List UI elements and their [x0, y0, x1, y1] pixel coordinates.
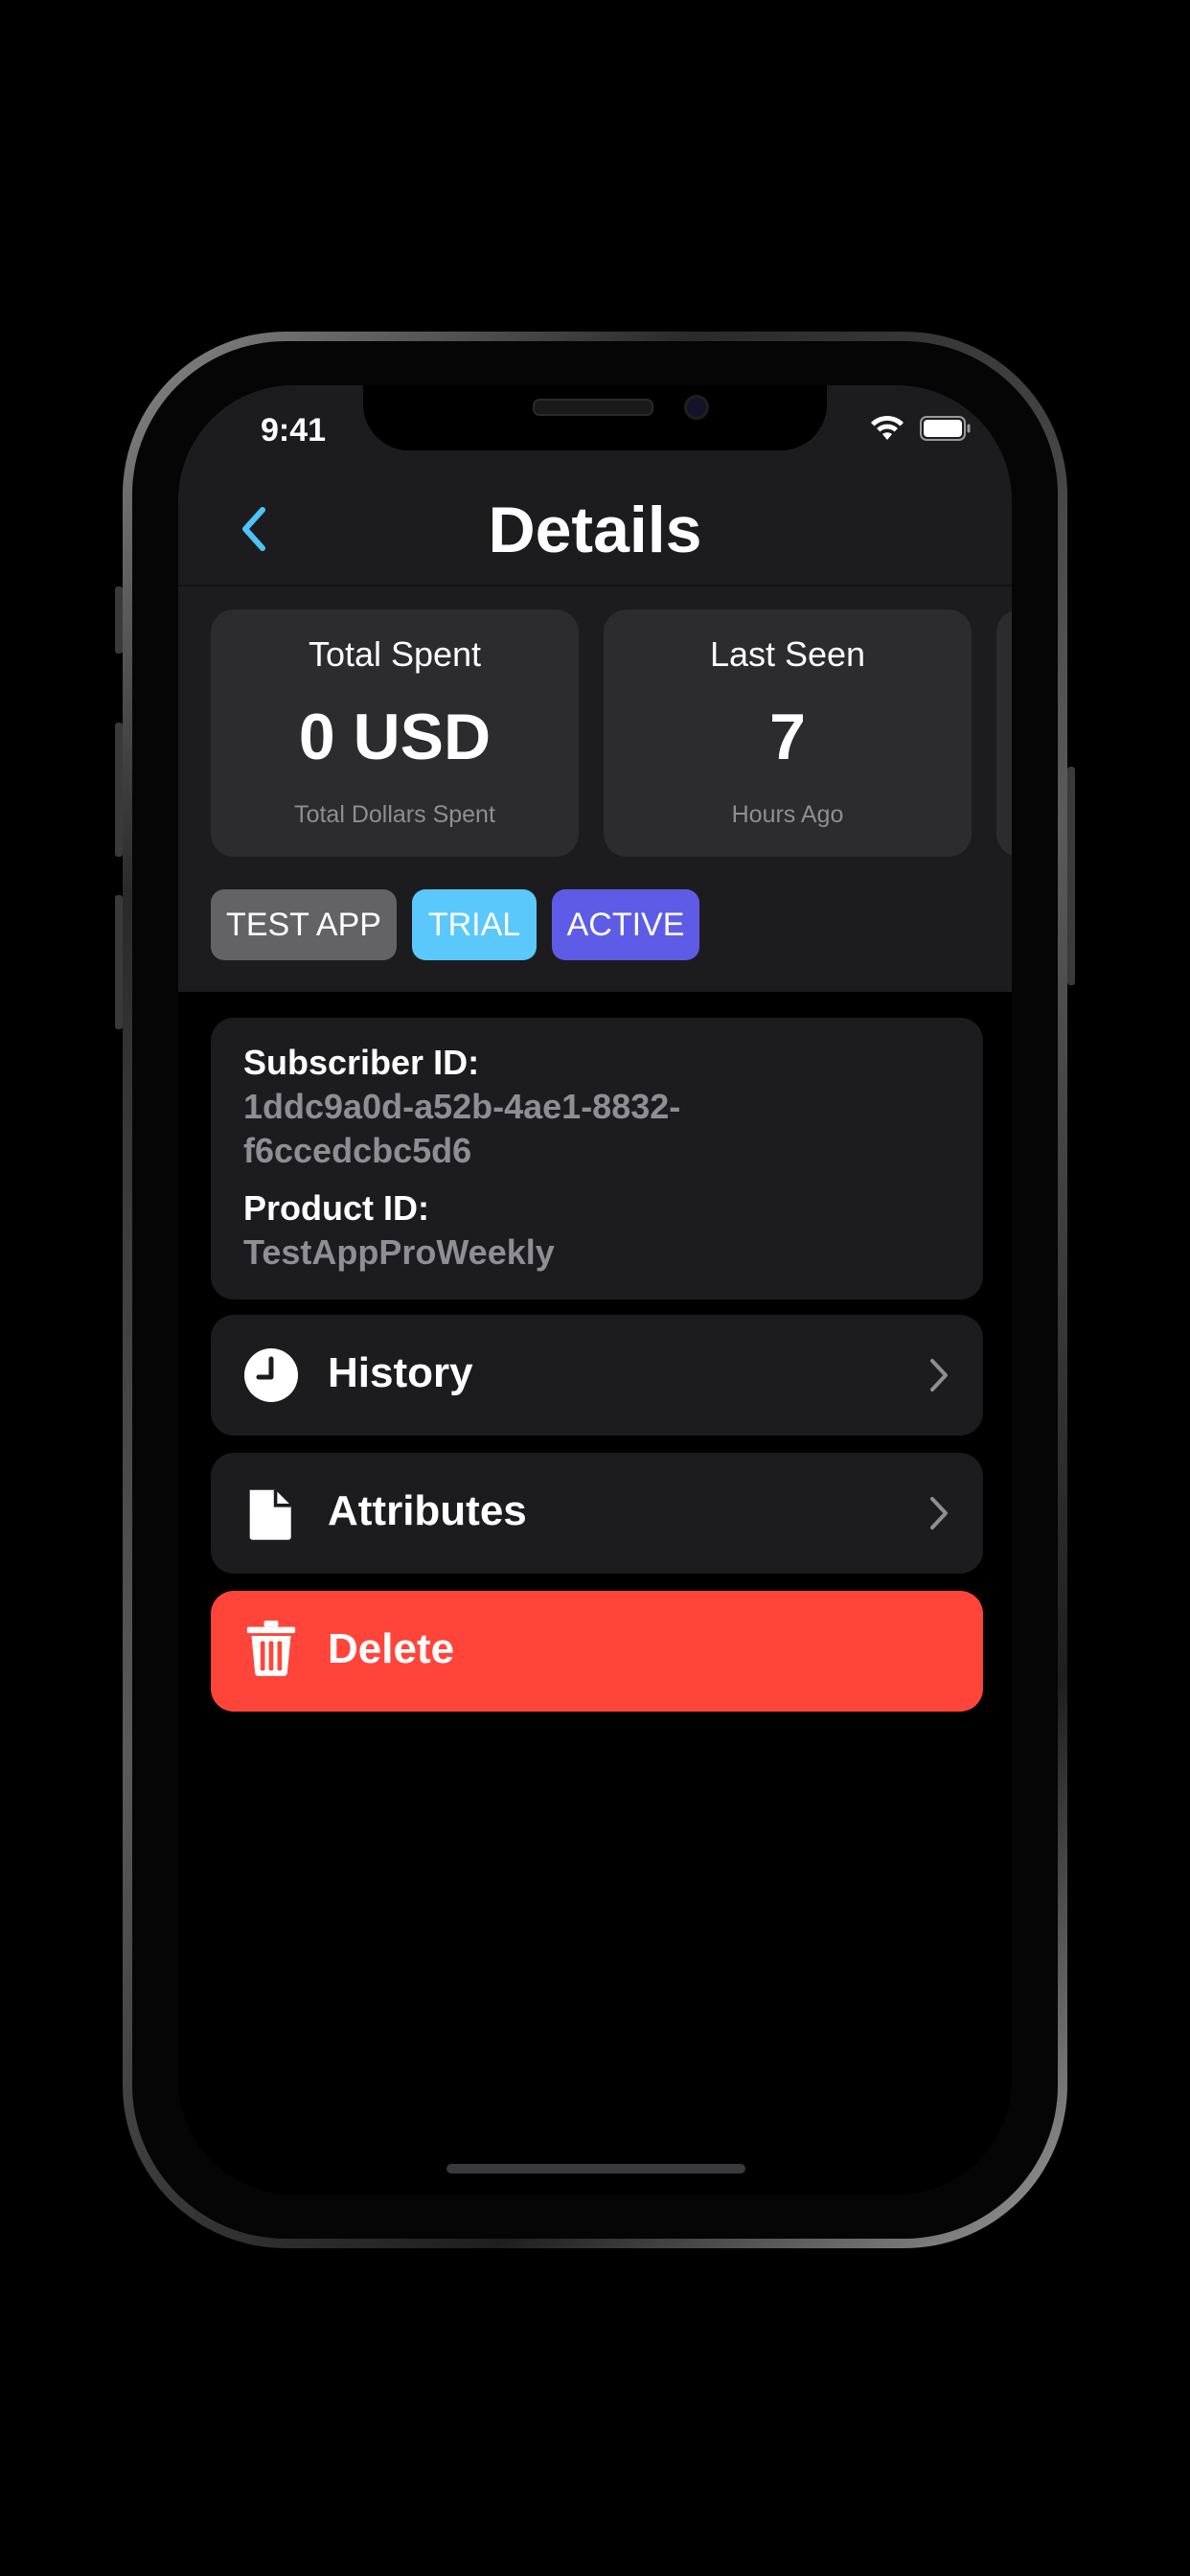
- subscriber-id-value-line2: f6ccedcbc5d6: [243, 1131, 472, 1170]
- badge-active: ACTIVE: [552, 889, 699, 960]
- power-button: [1067, 767, 1075, 985]
- nav-divider: [178, 585, 1012, 586]
- badge-test-app: TEST APP: [211, 889, 397, 960]
- battery-icon: [920, 416, 971, 441]
- badge-trial: TRIAL: [412, 889, 537, 960]
- stat-value: 0 USD: [298, 701, 492, 773]
- volume-down-button: [115, 895, 123, 1029]
- wifi-icon: [871, 415, 904, 440]
- subscriber-id-label: Subscriber ID:: [243, 1043, 480, 1082]
- history-label: History: [328, 1349, 473, 1396]
- stat-card-next-partial: [996, 610, 1012, 857]
- chevron-right-icon: [930, 1359, 948, 1392]
- history-row[interactable]: History: [211, 1315, 983, 1436]
- stat-label: Total Spent: [308, 634, 482, 674]
- delete-label: Delete: [328, 1625, 455, 1672]
- subscriber-info-card: Subscriber ID: 1ddc9a0d-a52b-4ae1-8832- …: [211, 1018, 983, 1300]
- product-id-label: Product ID:: [243, 1188, 429, 1228]
- trash-icon: [246, 1621, 296, 1676]
- stat-caption: Total Dollars Spent: [294, 801, 495, 828]
- status-time: 9:41: [261, 412, 327, 448]
- home-indicator: [446, 2164, 745, 2174]
- device-mockup: 9:41 Details Total Spent 0 USD Total Dol…: [0, 0, 1190, 2576]
- app-screen: 9:41 Details Total Spent 0 USD Total Dol…: [178, 385, 1012, 2195]
- stat-caption: Hours Ago: [731, 801, 844, 828]
- stats-row[interactable]: Total Spent 0 USD Total Dollars Spent La…: [211, 610, 1012, 857]
- navigation-bar: Details: [178, 468, 1012, 586]
- product-id-value: TestAppProWeekly: [243, 1232, 555, 1272]
- delete-button[interactable]: Delete: [211, 1591, 983, 1712]
- stat-card-total-spent: Total Spent 0 USD Total Dollars Spent: [211, 610, 579, 857]
- chevron-right-icon: [930, 1497, 948, 1530]
- attributes-row[interactable]: Attributes: [211, 1453, 983, 1574]
- document-icon: [249, 1489, 291, 1540]
- front-camera: [684, 395, 709, 420]
- stat-label: Last Seen: [709, 634, 866, 674]
- speaker-grille: [533, 399, 653, 416]
- stat-card-last-seen: Last Seen 7 Hours Ago: [604, 610, 972, 857]
- page-title: Details: [488, 494, 702, 566]
- attributes-label: Attributes: [328, 1487, 527, 1534]
- subscriber-id-value-line1: 1ddc9a0d-a52b-4ae1-8832-: [243, 1087, 681, 1126]
- clock-icon: [244, 1348, 298, 1402]
- notch: [363, 385, 827, 450]
- header-section: 9:41 Details Total Spent 0 USD Total Dol…: [178, 385, 1012, 992]
- volume-up-button: [115, 723, 123, 857]
- stat-value: 7: [769, 701, 806, 773]
- mute-switch: [115, 586, 123, 654]
